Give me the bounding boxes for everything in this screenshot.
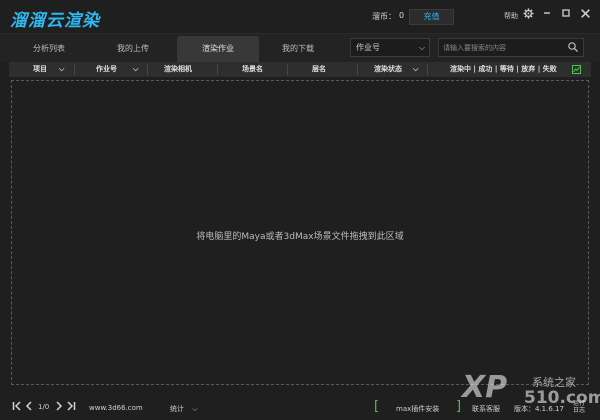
column-status-summary: 渲染中 | 成功 | 等待 | 放弃 | 失败 <box>450 65 557 73</box>
stats-dropdown[interactable]: 统计 ⌵ <box>170 404 198 414</box>
column-divider <box>217 64 218 75</box>
tab-my-downloads[interactable]: 我的下载 <box>257 36 339 63</box>
column-divider <box>427 64 428 75</box>
table-header: 项目 ⌵ 作业号 ⌵ 渲染相机 场景名 层名 渲染状态 ⌵ 渲染中 | 成功 |… <box>9 62 591 77</box>
website-link[interactable]: www.3d66.com <box>89 404 143 412</box>
tab-analysis-list[interactable]: 分析列表 <box>8 36 90 63</box>
bracket-right-icon: ] <box>456 399 462 414</box>
column-render-status[interactable]: 渲染状态 <box>374 62 402 77</box>
first-page-icon[interactable] <box>12 401 22 413</box>
search-field-value: 作业号 <box>356 43 380 52</box>
search-box <box>438 38 584 57</box>
title-bar: 溜溜云渲染 溜币： 0 充值 帮助 <box>0 0 600 33</box>
close-icon[interactable] <box>578 8 592 22</box>
prev-page-icon[interactable] <box>25 401 33 413</box>
search-icon[interactable] <box>567 41 579 53</box>
drop-hint: 将电脑里的Maya或者3dMax场景文件拖拽到此区域 <box>196 232 404 242</box>
column-divider <box>357 64 358 75</box>
column-project[interactable]: 项目 <box>33 62 47 77</box>
chevron-down-icon: ⌵ <box>192 405 198 413</box>
tab-bar: 分析列表 我的上传 渲染作业 我的下载 作业号 ⌵ <box>0 33 600 63</box>
bracket-left-icon: [ <box>374 399 380 414</box>
search-field-select[interactable]: 作业号 ⌵ <box>350 38 430 57</box>
column-layer-name: 层名 <box>312 65 326 73</box>
column-divider <box>74 64 75 75</box>
version-label: 版本：4.1.6.17 <box>514 405 564 413</box>
gear-icon[interactable] <box>521 8 535 22</box>
search-input[interactable] <box>443 40 561 55</box>
contact-support-button[interactable]: 联系客服 <box>472 404 500 414</box>
run-log-button[interactable]: 运行日志 <box>572 400 586 414</box>
chevron-down-icon[interactable]: ⌵ <box>413 62 418 77</box>
chevron-down-icon[interactable]: ⌵ <box>133 62 138 77</box>
maximize-icon[interactable] <box>559 8 573 22</box>
column-divider <box>287 64 288 75</box>
drop-zone[interactable]: 将电脑里的Maya或者3dMax场景文件拖拽到此区域 <box>11 80 589 385</box>
coin-label: 溜币： <box>372 12 396 21</box>
next-page-icon[interactable] <box>55 401 63 413</box>
stats-label: 统计 <box>170 405 184 413</box>
tab-my-uploads[interactable]: 我的上传 <box>92 36 174 63</box>
max-plugin-install-button[interactable]: max插件安装 <box>396 404 439 414</box>
chart-toggle-icon[interactable] <box>572 65 581 74</box>
status-bar: 1/0 www.3d66.com 统计 ⌵ [ max插件安装 ] 联系客服 版… <box>0 390 600 420</box>
minimize-icon[interactable] <box>540 8 554 22</box>
recharge-button[interactable]: 充值 <box>409 9 454 25</box>
coin-balance: 0 <box>399 11 405 20</box>
column-divider <box>147 64 148 75</box>
app-logo: 溜溜云渲染 <box>10 11 100 31</box>
tab-render-jobs[interactable]: 渲染作业 <box>177 36 259 63</box>
last-page-icon[interactable] <box>66 401 76 413</box>
column-job-number[interactable]: 作业号 <box>96 62 117 77</box>
column-scene-name: 场景名 <box>242 65 263 73</box>
help-link[interactable]: 帮助 <box>504 11 518 21</box>
column-render-camera: 渲染相机 <box>164 65 192 73</box>
chevron-down-icon[interactable]: ⌵ <box>59 62 64 77</box>
page-indicator: 1/0 <box>38 403 50 411</box>
chevron-down-icon: ⌵ <box>418 43 425 52</box>
